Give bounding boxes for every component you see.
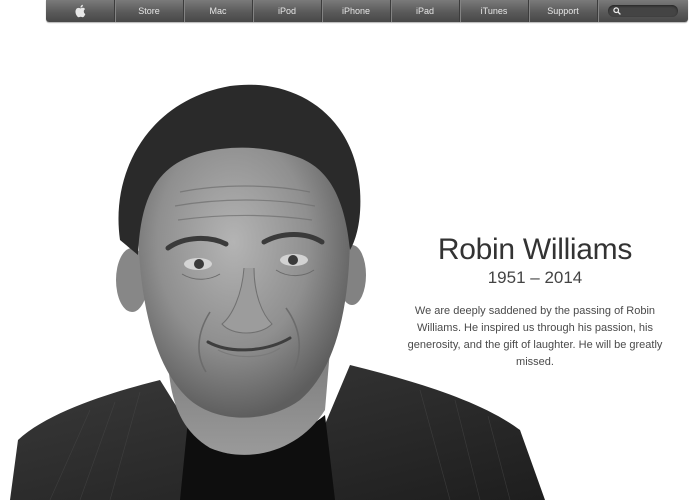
- nav-iphone[interactable]: iPhone: [321, 0, 390, 22]
- tribute-title: Robin Williams: [437, 233, 633, 266]
- nav-store[interactable]: Store: [114, 0, 183, 22]
- tribute-message: We are deeply saddened by the passing of…: [407, 305, 663, 368]
- tribute-section: Robin Williams 1951 – 2014 We are deeply…: [370, 232, 700, 371]
- search-icon: [613, 7, 621, 15]
- tribute-years: 1951 – 2014: [487, 268, 583, 287]
- global-nav: Store Mac iPod iPhone iPad iTunes Suppor…: [46, 0, 688, 22]
- nav-support[interactable]: Support: [528, 0, 597, 22]
- nav-ipad[interactable]: iPad: [390, 0, 459, 22]
- apple-logo-icon[interactable]: [46, 0, 114, 22]
- nav-ipod[interactable]: iPod: [252, 0, 321, 22]
- search-field[interactable]: [597, 0, 688, 22]
- nav-mac[interactable]: Mac: [183, 0, 252, 22]
- search-input[interactable]: [608, 5, 678, 17]
- nav-itunes[interactable]: iTunes: [459, 0, 528, 22]
